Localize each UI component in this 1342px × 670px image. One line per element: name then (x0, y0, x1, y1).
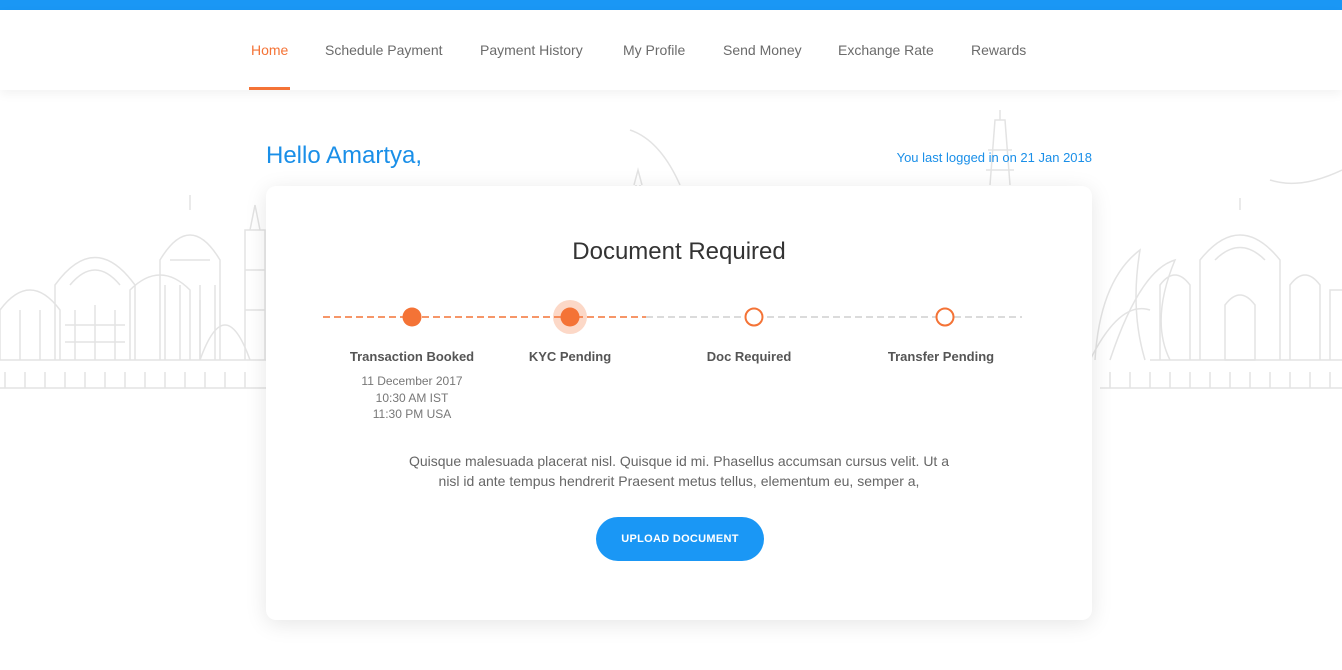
card-description: Quisque malesuada placerat nisl. Quisque… (408, 453, 950, 489)
nav-send-money[interactable]: Send Money (723, 10, 802, 90)
nav-exchange-rate[interactable]: Exchange Rate (838, 10, 934, 90)
step-label-doc-required: Doc Required (706, 349, 792, 364)
nav-schedule-payment[interactable]: Schedule Payment (325, 10, 443, 90)
main-nav: Home Schedule Payment Payment History My… (0, 10, 1342, 90)
step-dot-transaction-booked (402, 307, 422, 327)
step-dot-kyc-pending (560, 307, 580, 327)
nav-payment-history[interactable]: Payment History (480, 10, 583, 90)
nav-schedule-payment-label: Schedule Payment (325, 42, 443, 58)
nav-home-label: Home (251, 42, 289, 58)
nav-active-indicator (249, 87, 291, 90)
step-label-transaction-booked: Transaction Booked (349, 349, 475, 364)
top-accent-bar (0, 0, 1342, 10)
step-dot-transfer-pending (935, 307, 955, 327)
nav-my-profile-label: My Profile (623, 42, 686, 58)
nav-payment-history-label: Payment History (480, 42, 583, 58)
step-label-transfer-pending: Transfer Pending (887, 349, 995, 364)
last-login-text: You last logged in on 21 Jan 2018 (896, 150, 1092, 165)
nav-exchange-rate-label: Exchange Rate (838, 42, 934, 58)
step-dot-doc-required (744, 307, 764, 327)
step-time-usa: 11:30 PM USA (372, 407, 452, 421)
nav-send-money-label: Send Money (723, 42, 802, 58)
nav-rewards[interactable]: Rewards (971, 10, 1026, 90)
step-time-ist: 10:30 AM IST (375, 391, 449, 405)
step-date: 11 December 2017 (361, 374, 463, 388)
nav-my-profile[interactable]: My Profile (623, 10, 685, 90)
nav-rewards-label: Rewards (971, 42, 1027, 58)
status-card: Document Required Transaction Booked KYC… (266, 186, 1092, 620)
upload-document-button[interactable]: UPLOAD DOCUMENT (596, 517, 764, 561)
step-label-kyc-pending: KYC Pending (528, 349, 612, 364)
greeting-heading: Hello Amartya, (266, 142, 423, 169)
nav-home[interactable]: Home (249, 10, 291, 90)
